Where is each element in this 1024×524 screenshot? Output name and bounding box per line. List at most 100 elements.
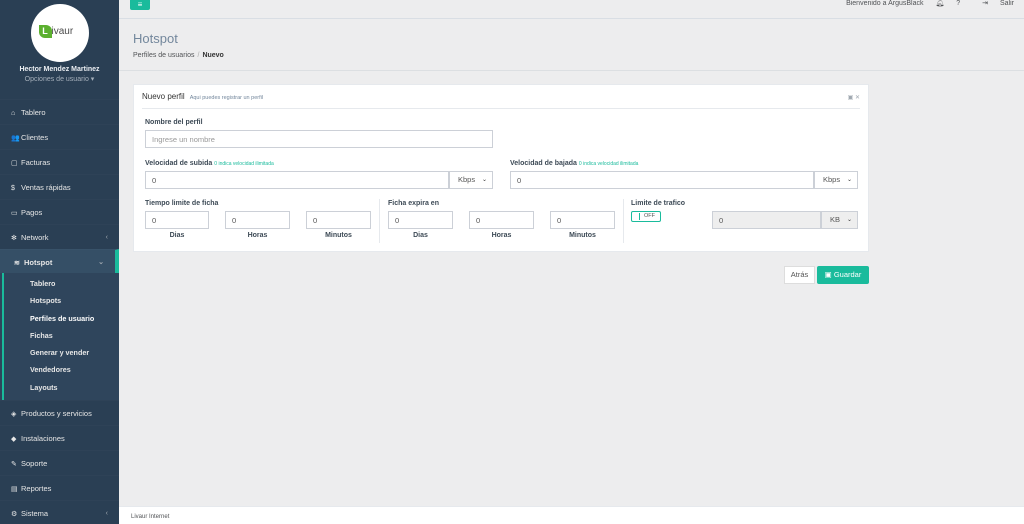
sidebar-item-reportes[interactable]: ▤ Reportes bbox=[0, 475, 119, 500]
sidebar-item-label: Instalaciones bbox=[21, 434, 65, 444]
panel-title: Nuevo perfil Aqui puedes registrar un per… bbox=[142, 92, 263, 101]
traffic-unit-select[interactable]: KB ⌄ bbox=[821, 211, 858, 229]
download-speed-label-text: Velocidad de bajada bbox=[510, 160, 577, 167]
time-limit-minutes-caption: Minutos bbox=[325, 232, 352, 239]
new-profile-panel: Nuevo perfil Aqui puedes registrar un per… bbox=[133, 84, 869, 252]
hamburger-icon: ≡ bbox=[137, 0, 143, 9]
breadcrumb-current: Nuevo bbox=[202, 52, 224, 59]
logout-link[interactable]: ⇥ Salir bbox=[972, 0, 1014, 7]
submenu-item-hotspots[interactable]: Hotspots bbox=[0, 292, 119, 309]
dollar-icon: $ bbox=[11, 185, 15, 192]
logout-label: Salir bbox=[999, 0, 1014, 7]
breadcrumb-parent[interactable]: Perfiles de usuarios bbox=[133, 52, 194, 59]
sidebar-item-pagos[interactable]: ▭ Pagos bbox=[0, 199, 119, 224]
sidebar-item-sistema[interactable]: ⚙ Sistema ‹ bbox=[0, 500, 119, 524]
chevron-down-icon: ⌄ bbox=[481, 177, 487, 183]
upload-speed-label-text: Velocidad de subida bbox=[145, 160, 213, 167]
sidebar-item-label: Facturas bbox=[21, 158, 51, 167]
sidebar-item-instalaciones[interactable]: ◆ Instalaciones bbox=[0, 425, 119, 450]
panel-header: Nuevo perfil Aqui puedes registrar un per… bbox=[142, 85, 860, 109]
welcome-text: Bienvenido a ArgusBlack bbox=[846, 0, 924, 7]
time-limit-hours-caption: Horas bbox=[247, 232, 268, 239]
expires-label: Ficha expira en bbox=[388, 200, 439, 207]
panel-subtitle: Aqui puedes registrar un perfil bbox=[189, 95, 264, 101]
expires-hours-input[interactable] bbox=[469, 211, 534, 229]
profile-name-label: Nombre del perfil bbox=[145, 119, 203, 126]
footer: Livaur Internet bbox=[119, 506, 1024, 524]
sidebar-item-productos[interactable]: ◈ Productos y servicios bbox=[0, 400, 119, 425]
sidebar-item-network[interactable]: ✻ Network ‹ bbox=[0, 224, 119, 249]
sidebar-menu: ⌂ Tablero 👥Clientes ▢ Facturas $ Ventas ráp… bbox=[0, 99, 119, 524]
sidebar-item-tablero[interactable]: ⌂ Tablero bbox=[0, 99, 119, 124]
submenu-item-layouts[interactable]: Layouts bbox=[0, 379, 119, 396]
submenu-item-tablero[interactable]: Tablero bbox=[0, 275, 119, 292]
time-limit-days-input[interactable] bbox=[145, 211, 209, 229]
expires-days-input[interactable] bbox=[388, 211, 453, 229]
close-icon[interactable]: ✕ bbox=[855, 95, 860, 101]
back-button[interactable]: Atrás bbox=[784, 266, 815, 284]
submenu-item-fichas[interactable]: Fichas bbox=[0, 327, 119, 344]
sidebar-item-soporte[interactable]: ✎ Soporte bbox=[0, 450, 119, 475]
wrench-icon: ✎ bbox=[11, 461, 17, 469]
top-right-nav: Bienvenido a ArgusBlack 🔔︎ ? ⇥ Salir bbox=[836, 0, 1014, 10]
sidebar-item-facturas[interactable]: ▢ Facturas bbox=[0, 149, 119, 174]
time-limit-days-caption: Dias bbox=[169, 232, 185, 239]
sidebar-item-label: Clientes bbox=[21, 133, 49, 142]
expires-hours-caption: Horas bbox=[491, 232, 512, 239]
sidebar-item-label: Reportes bbox=[21, 484, 52, 494]
divider bbox=[379, 199, 380, 243]
chevron-left-icon: ‹ bbox=[105, 510, 108, 518]
time-limit-minutes-input[interactable] bbox=[306, 211, 371, 229]
chevron-down-icon: ⌄ bbox=[846, 177, 852, 183]
sidebar-item-clientes[interactable]: 👥Clientes bbox=[0, 124, 119, 149]
footer-text: Livaur Internet bbox=[131, 514, 170, 520]
help-icon[interactable]: ? bbox=[956, 0, 960, 7]
user-options-dropdown[interactable]: Opciones de usuario ▾ bbox=[0, 75, 119, 83]
users-icon: 👥 bbox=[11, 135, 20, 142]
expires-days-caption: Dias bbox=[413, 232, 428, 239]
submenu-item-generar[interactable]: Generar y vender bbox=[0, 344, 119, 361]
divider bbox=[623, 199, 624, 243]
sidebar-item-ventas[interactable]: $ Ventas rápidas bbox=[0, 174, 119, 199]
sidebar-item-label: Productos y servicios bbox=[21, 409, 92, 419]
top-navbar: ≡ Bienvenido a ArgusBlack 🔔︎ ? ⇥ Salir bbox=[119, 0, 1024, 19]
bell-icon[interactable]: 🔔︎ bbox=[935, 0, 944, 7]
sidebar-item-label: Pagos bbox=[21, 208, 43, 217]
hotspot-submenu: Tablero Hotspots Perfiles de usuario Fic… bbox=[0, 273, 119, 401]
page-title: Hotspot bbox=[133, 31, 178, 46]
breadcrumb-separator: / bbox=[197, 52, 200, 59]
save-button[interactable]: ▣ Guardar bbox=[817, 266, 869, 284]
sidebar-item-hotspot[interactable]: ≋ Hotspot ⌄ bbox=[0, 249, 119, 273]
divider bbox=[119, 70, 1024, 71]
expires-minutes-caption: Minutos bbox=[569, 232, 596, 239]
submenu-item-vendedores[interactable]: Vendedores bbox=[0, 361, 119, 378]
profile-name-input[interactable] bbox=[145, 130, 493, 148]
panel-title-text: Nuevo perfil bbox=[142, 92, 185, 101]
download-unit-select[interactable]: Kbps ⌄ bbox=[814, 171, 858, 189]
cogs-icon: ⚙ bbox=[11, 511, 18, 519]
avatar[interactable]: L ivaur bbox=[30, 4, 89, 62]
chevron-down-icon: ⌄ bbox=[98, 259, 104, 266]
time-limit-hours-input[interactable] bbox=[225, 211, 290, 229]
tags-icon: ◈ bbox=[11, 411, 17, 419]
traffic-limit-input[interactable] bbox=[712, 211, 821, 229]
upload-speed-input[interactable] bbox=[145, 171, 449, 189]
traffic-unit-value: KB bbox=[830, 215, 841, 224]
floppy-icon: ▣ bbox=[824, 270, 832, 279]
traffic-limit-toggle[interactable]: OFF bbox=[631, 211, 661, 222]
download-speed-hint: 0 indica velocidad ilimitada bbox=[578, 161, 639, 167]
upload-unit-select[interactable]: Kbps ⌄ bbox=[449, 171, 493, 189]
download-speed-input[interactable] bbox=[510, 171, 814, 189]
expires-minutes-input[interactable] bbox=[550, 211, 615, 229]
sidebar: L ivaur Hector Mendez Martinez Opciones … bbox=[0, 0, 119, 524]
download-unit-value: Kbps bbox=[823, 175, 841, 184]
sidebar-item-label: Network bbox=[21, 233, 49, 242]
save-small-icon[interactable]: ▣ bbox=[848, 95, 854, 101]
submenu-item-perfiles[interactable]: Perfiles de usuario bbox=[0, 310, 119, 327]
menu-toggle-button[interactable]: ≡ bbox=[130, 0, 150, 10]
sidebar-item-label: Ventas rápidas bbox=[21, 183, 71, 192]
logo-letter: L bbox=[38, 25, 52, 38]
livaur-logo: L ivaur bbox=[38, 25, 81, 39]
upload-speed-label: Velocidad de subida 0 indica velocidad il… bbox=[145, 160, 274, 167]
toggle-knob bbox=[633, 213, 640, 220]
